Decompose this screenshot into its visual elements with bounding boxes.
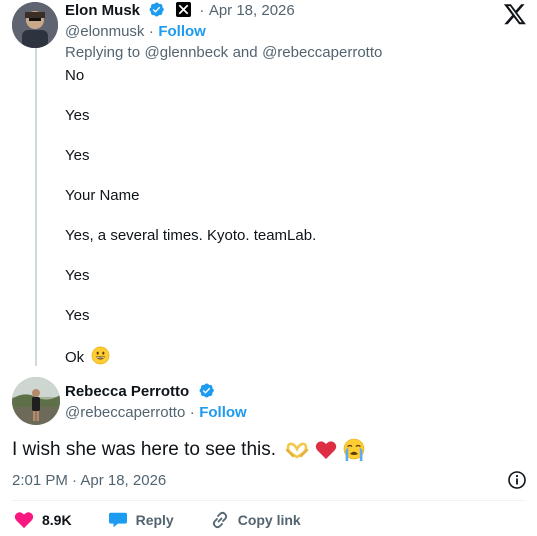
copy-link-button[interactable]: Copy link — [210, 510, 301, 530]
reply-handle-separator: · — [189, 404, 195, 421]
tweet-line-3: Yes — [65, 147, 90, 164]
tweet-date[interactable]: Apr 18, 2026 — [209, 2, 295, 19]
heart-icon — [14, 512, 34, 529]
tweet-line-4: Your Name — [65, 187, 140, 204]
avatar-rebecca-perrotto[interactable] — [12, 377, 60, 425]
info-icon[interactable] — [507, 470, 527, 490]
copy-link-label: Copy link — [237, 512, 301, 528]
verified-badge-icon — [150, 2, 165, 17]
red-heart-emoji-icon — [315, 441, 336, 459]
reply-follow-button[interactable]: Follow — [199, 404, 247, 421]
heart-hands-emoji-icon — [286, 442, 309, 459]
x-logo-icon[interactable] — [503, 2, 527, 26]
date-separator: · — [199, 2, 205, 19]
tweet-line-5: Yes, a several times. Kyoto. teamLab. — [65, 227, 317, 244]
handle-separator: · — [148, 23, 154, 40]
reply-bubble-icon — [108, 512, 127, 528]
replying-to-label: Replying to — [65, 44, 141, 61]
author-handle[interactable]: @elonmusk — [65, 23, 144, 40]
reply-label: Reply — [135, 512, 174, 528]
like-count: 8.9K — [42, 512, 72, 528]
reply-tweet-text: I wish she was here to see this. — [12, 439, 277, 461]
replying-and: and — [232, 44, 258, 61]
reply-author-name[interactable]: Rebecca Perrotto — [65, 383, 189, 400]
tweet-line-8: Ok — [65, 349, 85, 366]
tweet-line-7: Yes — [65, 307, 90, 324]
x-affiliate-badge-icon — [175, 2, 191, 17]
avatar-elon-musk[interactable] — [12, 2, 58, 48]
replying-to-rebeccaperrotto[interactable]: @rebeccaperrotto — [262, 44, 382, 61]
replying-to-glennbeck[interactable]: @glennbeck — [145, 44, 229, 61]
grinning-face-emoji-icon — [92, 346, 110, 365]
reply-author-handle[interactable]: @rebeccaperrotto — [65, 404, 185, 421]
thread-connector-line — [35, 46, 37, 366]
action-bar: 8.9K Reply Copy link — [14, 510, 337, 530]
tweet-line-1: No — [65, 67, 85, 84]
link-icon — [212, 511, 227, 529]
divider — [12, 500, 525, 501]
reply-button[interactable]: Reply — [108, 511, 174, 529]
tweet-line-6: Yes — [65, 267, 90, 284]
loudly-crying-face-emoji-icon — [343, 438, 365, 461]
follow-button[interactable]: Follow — [158, 23, 206, 40]
reply-timestamp[interactable]: 2:01 PM · Apr 18, 2026 — [12, 472, 166, 489]
tweet-line-2: Yes — [65, 107, 90, 124]
author-name[interactable]: Elon Musk — [65, 2, 140, 19]
reply-verified-badge-icon — [199, 383, 214, 398]
like-button[interactable]: 8.9K — [14, 511, 72, 529]
